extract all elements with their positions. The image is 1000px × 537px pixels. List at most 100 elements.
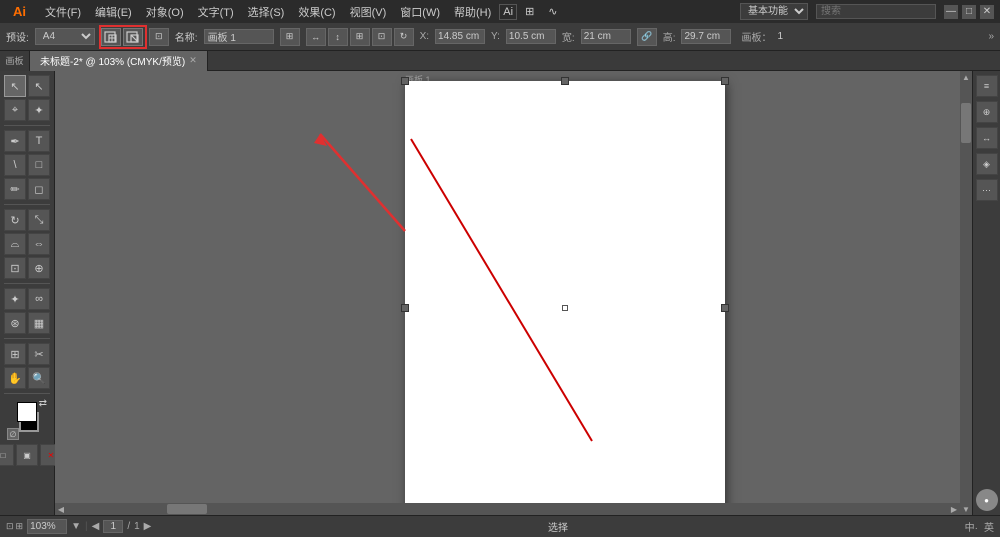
handle-top-right[interactable]: [721, 77, 729, 85]
tab-close-icon[interactable]: ✕: [189, 55, 197, 66]
panel-btn-4[interactable]: ◈: [976, 153, 998, 175]
move-btn2[interactable]: ↕: [328, 28, 348, 46]
width-tool[interactable]: ⇔: [28, 233, 50, 255]
link-wh-btn[interactable]: 🔗: [637, 28, 657, 46]
graph-tool[interactable]: ▦: [28, 312, 50, 334]
fill-color[interactable]: [17, 402, 37, 422]
w-input[interactable]: [581, 29, 631, 44]
warp-tool[interactable]: ⌓: [4, 233, 26, 255]
pen-tool[interactable]: ✒: [4, 130, 26, 152]
menu-icon2[interactable]: ∿: [542, 3, 563, 20]
canvas-area[interactable]: 画板 1 ▲ ▼: [55, 71, 972, 515]
free-transform-tool[interactable]: ⊡: [4, 257, 26, 279]
panel-btn-3[interactable]: ↔: [976, 127, 998, 149]
select-tool[interactable]: ↖: [4, 75, 26, 97]
zoom-tool[interactable]: 🔍: [28, 367, 50, 389]
y-input[interactable]: [506, 29, 556, 44]
panel-btn-2[interactable]: ⊕: [976, 101, 998, 123]
scroll-thumb[interactable]: [961, 103, 971, 143]
handle-mid-right[interactable]: [721, 304, 729, 312]
tool-row-transform: ⊡ ⊕: [4, 257, 50, 279]
handle-mid-left[interactable]: [401, 304, 409, 312]
none-color[interactable]: ∅: [7, 428, 19, 440]
menu-file[interactable]: 文件(F): [39, 2, 87, 22]
menu-edit[interactable]: 编辑(E): [89, 2, 138, 22]
panel-btn-1[interactable]: ≡: [976, 75, 998, 97]
rotate-tool[interactable]: ↻: [4, 209, 26, 231]
menu-effect[interactable]: 效果(C): [292, 2, 341, 22]
zoom-input[interactable]: [27, 519, 67, 534]
menu-object[interactable]: 对象(O): [140, 2, 190, 22]
menu-icon1[interactable]: ⊞: [519, 3, 540, 20]
menu-view[interactable]: 视图(V): [344, 2, 393, 22]
move-btn3[interactable]: ⊞: [350, 28, 370, 46]
debug-btn-2[interactable]: ⊞: [16, 521, 24, 532]
magic-wand-tool[interactable]: ✦: [28, 99, 50, 121]
pencil-tool[interactable]: ✏: [4, 178, 26, 200]
move-btn5[interactable]: ↻: [394, 28, 414, 46]
scroll-right-btn[interactable]: ▶: [948, 503, 960, 515]
lang-en: 英: [984, 519, 994, 534]
line-tool[interactable]: \: [4, 154, 26, 176]
panel-circle-btn[interactable]: ●: [976, 489, 998, 511]
h-scroll-thumb[interactable]: [167, 504, 207, 514]
delete-artboard-button[interactable]: [123, 28, 143, 46]
panel-btn-5[interactable]: ⋯: [976, 179, 998, 201]
color-mode-btn[interactable]: □: [0, 444, 14, 466]
direct-select-tool[interactable]: ↖: [28, 75, 50, 97]
preset-select[interactable]: A4: [35, 28, 95, 45]
page-input[interactable]: [103, 520, 123, 533]
eyedropper-tool[interactable]: ✦: [4, 288, 26, 310]
spray-tool[interactable]: ⊛: [4, 312, 26, 334]
panel-toggle[interactable]: 画板: [0, 51, 30, 71]
workspace-selector[interactable]: 基本功能: [740, 3, 808, 20]
menu-extra[interactable]: Ai: [499, 4, 517, 20]
new-artboard-button[interactable]: [101, 28, 121, 46]
restore-button[interactable]: □: [962, 5, 976, 19]
status-info: 选择: [548, 519, 568, 534]
lasso-tool[interactable]: ⌖: [4, 99, 26, 121]
shape-builder-tool[interactable]: ⊕: [28, 257, 50, 279]
vertical-scrollbar[interactable]: ▲ ▼: [960, 71, 972, 515]
new-artboard-icon: [104, 30, 118, 44]
scroll-down-btn[interactable]: ▼: [960, 503, 972, 515]
gradient-btn[interactable]: ▣: [16, 444, 38, 466]
scroll-left-btn[interactable]: ◀: [55, 503, 67, 515]
scale-tool[interactable]: ⤡: [28, 209, 50, 231]
page-prev[interactable]: ◀: [92, 521, 100, 532]
debug-btn-1[interactable]: ⊡: [6, 521, 14, 532]
search-input[interactable]: [816, 4, 936, 19]
smooth-tool[interactable]: ◻: [28, 178, 50, 200]
handle-top-mid[interactable]: [561, 77, 569, 85]
move-btn1[interactable]: ↔: [306, 28, 326, 46]
minimize-button[interactable]: —: [944, 5, 958, 19]
menu-select[interactable]: 选择(S): [242, 2, 291, 22]
rect-tool[interactable]: □: [28, 154, 50, 176]
menu-help[interactable]: 帮助(H): [448, 2, 497, 22]
w-label: 宽:: [562, 29, 575, 44]
artboard-name-input[interactable]: [204, 29, 274, 44]
menu-bar: 文件(F) 编辑(E) 对象(O) 文字(T) 选择(S) 效果(C) 视图(V…: [39, 2, 564, 22]
horizontal-scrollbar[interactable]: ◀ ▶: [55, 503, 960, 515]
artboard-tool[interactable]: ⊞: [4, 343, 26, 365]
options-extra-btn[interactable]: ⊡: [149, 28, 169, 46]
hand-tool[interactable]: ✋: [4, 367, 26, 389]
options-collapse-arrow[interactable]: »: [988, 31, 994, 42]
close-button[interactable]: ✕: [980, 5, 994, 19]
menu-window[interactable]: 窗口(W): [394, 2, 446, 22]
zoom-dropdown[interactable]: ▼: [71, 521, 81, 532]
tool-row-warp: ⌓ ⇔: [4, 233, 50, 255]
slice-tool[interactable]: ✂: [28, 343, 50, 365]
page-next[interactable]: ▶: [144, 521, 152, 532]
artboard-icon-btn[interactable]: ⊞: [280, 28, 300, 46]
scroll-up-btn[interactable]: ▲: [960, 71, 972, 83]
blend-tool[interactable]: ∞: [28, 288, 50, 310]
text-tool[interactable]: T: [28, 130, 50, 152]
x-input[interactable]: [435, 29, 485, 44]
move-btn4[interactable]: ⊡: [372, 28, 392, 46]
swap-colors-icon[interactable]: ⇄: [39, 398, 47, 409]
document-tab[interactable]: 未标题-2* @ 103% (CMYK/预览) ✕: [30, 51, 208, 71]
h-input[interactable]: [681, 29, 731, 44]
menu-text[interactable]: 文字(T): [192, 2, 240, 22]
handle-top-left[interactable]: [401, 77, 409, 85]
